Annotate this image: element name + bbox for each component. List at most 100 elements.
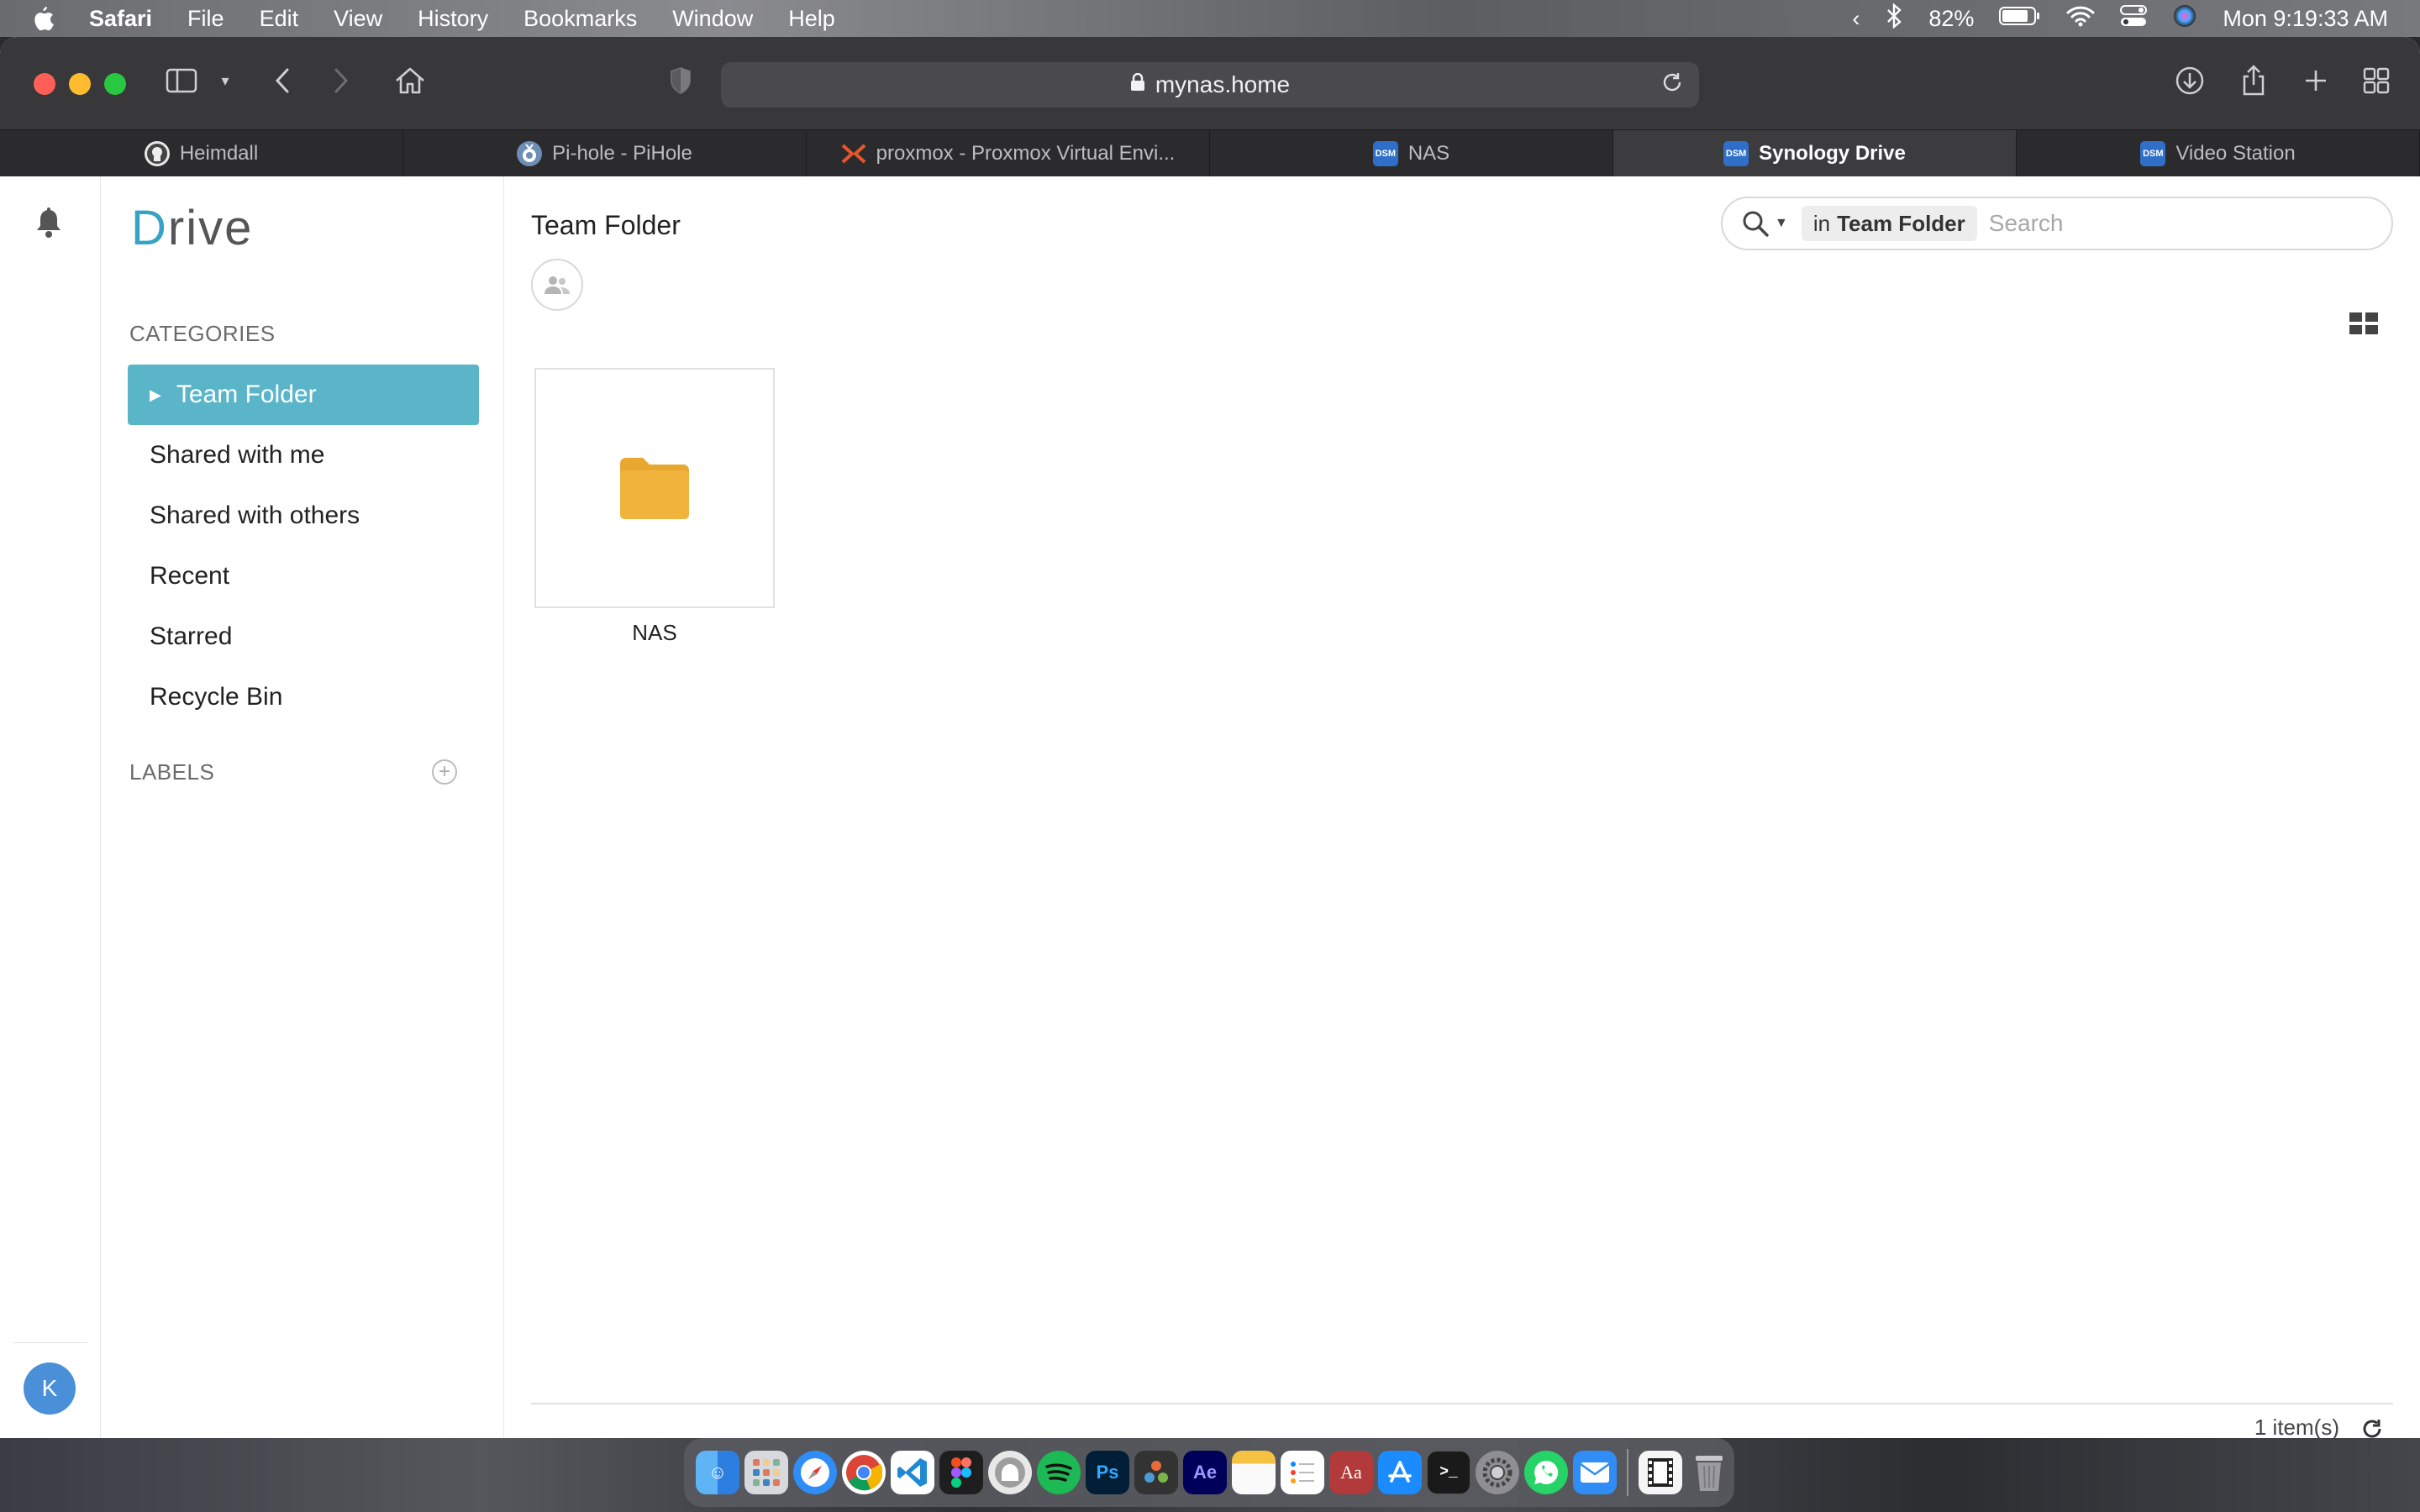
address-bar[interactable]: mynas.home — [721, 62, 1699, 108]
sidebar-item-shared-with-others[interactable]: Shared with others — [128, 486, 479, 546]
tab-proxmox[interactable]: proxmox - Proxmox Virtual Envi... — [807, 130, 1210, 176]
search-box[interactable]: ▼ in Team Folder — [1721, 197, 2393, 250]
browser-toolbar: ▾ mynas.home — [0, 37, 2420, 129]
figma-icon[interactable] — [939, 1451, 983, 1494]
tab-pihole[interactable]: Pi-hole - PiHole — [403, 130, 807, 176]
control-center-icon[interactable] — [2120, 4, 2148, 33]
window-controls — [34, 73, 126, 95]
menu-history[interactable]: History — [418, 6, 488, 32]
menu-window[interactable]: Window — [672, 6, 753, 32]
tab-label: Pi-hole - PiHole — [552, 141, 692, 165]
sidebar-toggle-icon[interactable] — [163, 62, 200, 99]
mail-icon[interactable] — [1573, 1451, 1617, 1494]
tab-overview-icon[interactable] — [2358, 62, 2395, 99]
search-input[interactable] — [1988, 210, 2359, 237]
home-icon[interactable] — [392, 62, 429, 99]
tab-bar: Heimdall Pi-hole - PiHole proxmox - Prox… — [0, 129, 2420, 176]
add-label-icon[interactable]: + — [432, 759, 457, 785]
sidebar-item-label: Recycle Bin — [150, 683, 283, 711]
apple-icon[interactable] — [30, 4, 55, 33]
folder-tile[interactable] — [534, 368, 775, 608]
finder-icon[interactable]: ☺ — [696, 1451, 739, 1494]
chevron-left-icon[interactable]: ‹ — [1852, 6, 1860, 32]
avatar[interactable]: K — [24, 1362, 76, 1415]
app-store-icon[interactable] — [1378, 1451, 1422, 1494]
tab-heimdall[interactable]: Heimdall — [0, 130, 403, 176]
item-count: 1 item(s) — [2254, 1415, 2339, 1438]
chevron-down-icon[interactable]: ▾ — [215, 62, 235, 99]
sidebar-item-label: Starred — [150, 622, 233, 650]
whatsapp-icon[interactable] — [1524, 1451, 1568, 1494]
menu-bar: Safari File Edit View History Bookmarks … — [0, 0, 2420, 37]
tab-label: Synology Drive — [1759, 141, 1906, 165]
new-tab-icon[interactable] — [2297, 62, 2334, 99]
folder-name[interactable]: NAS — [534, 620, 775, 646]
sidebar-item-starred[interactable]: Starred — [128, 606, 479, 667]
menu-view[interactable]: View — [334, 6, 382, 32]
menu-file[interactable]: File — [187, 6, 224, 32]
menu-bookmarks[interactable]: Bookmarks — [523, 6, 637, 32]
siri-icon[interactable] — [2172, 3, 2197, 34]
davinci-resolve-icon[interactable] — [1134, 1451, 1178, 1494]
terminal-icon[interactable]: >_ — [1427, 1451, 1470, 1494]
dsm-icon: DSM — [1372, 140, 1398, 166]
notes-icon[interactable] — [1232, 1451, 1276, 1494]
system-preferences-icon[interactable] — [1476, 1451, 1519, 1494]
battery-percent[interactable]: 82% — [1928, 6, 1974, 32]
drive-logo: Drive — [131, 200, 253, 256]
wifi-icon[interactable] — [2066, 5, 2095, 33]
photoshop-icon[interactable]: Ps — [1086, 1451, 1129, 1494]
launchpad-icon[interactable] — [744, 1451, 788, 1494]
close-window-button[interactable] — [34, 73, 55, 95]
chrome-icon[interactable] — [842, 1451, 886, 1494]
grid-view-icon[interactable] — [2349, 312, 2378, 334]
search-icon[interactable] — [1741, 209, 1770, 238]
back-icon[interactable] — [267, 62, 297, 99]
notification-bell-icon[interactable] — [34, 207, 67, 244]
spotify-icon[interactable] — [1037, 1451, 1081, 1494]
after-effects-icon[interactable]: Ae — [1183, 1451, 1227, 1494]
zoom-window-button[interactable] — [104, 73, 126, 95]
bluetooth-icon[interactable] — [1885, 2, 1903, 34]
forward-icon[interactable] — [326, 62, 356, 99]
main-content: Team Folder ▼ inTeam Folder NAS — [504, 176, 2420, 1438]
sidebar-item-label: Shared with others — [150, 501, 360, 529]
sidebar-item-shared-with-me[interactable]: Shared with me — [128, 425, 479, 486]
tab-video-station[interactable]: DSM Video Station — [2017, 130, 2420, 176]
status-menus: ‹ 82% Mon 9:19:33 AM — [1852, 0, 2388, 37]
privacy-shield-icon[interactable] — [664, 62, 697, 99]
reload-icon[interactable] — [1660, 71, 1684, 100]
drive-sidebar: Drive CATEGORIES ▶ Team Folder Shared wi… — [101, 176, 504, 1438]
movie-icon[interactable] — [1639, 1451, 1682, 1494]
menu-help[interactable]: Help — [788, 6, 835, 32]
chevron-down-icon[interactable]: ▼ — [1775, 216, 1788, 231]
synology-drive-page: K Drive CATEGORIES ▶ Team Folder Shared … — [0, 176, 2420, 1438]
search-scope-chip[interactable]: in Team Folder — [1801, 206, 1977, 241]
labels-heading: LABELS — [129, 759, 215, 785]
app-menu-safari[interactable]: Safari — [89, 6, 152, 32]
minimize-window-button[interactable] — [69, 73, 91, 95]
share-icon[interactable] — [2235, 62, 2272, 99]
trash-icon[interactable] — [1687, 1451, 1731, 1494]
downloads-icon[interactable] — [2171, 62, 2208, 99]
refresh-icon[interactable] — [2360, 1416, 2385, 1438]
safari-icon[interactable] — [793, 1451, 837, 1494]
team-members-button[interactable] — [531, 259, 583, 311]
tableplus-icon[interactable] — [988, 1451, 1032, 1494]
folder-icon — [620, 458, 689, 519]
drive-logo-rest: rive — [167, 201, 254, 255]
caret-right-icon: ▶ — [150, 386, 161, 403]
menu-edit[interactable]: Edit — [260, 6, 299, 32]
sidebar-item-team-folder[interactable]: ▶ Team Folder — [128, 365, 479, 425]
sidebar-item-recent[interactable]: Recent — [128, 546, 479, 606]
pihole-icon — [517, 140, 543, 166]
dictionary-icon[interactable]: Aa — [1329, 1451, 1373, 1494]
reminders-icon[interactable] — [1281, 1451, 1324, 1494]
clock[interactable]: Mon 9:19:33 AM — [2223, 6, 2388, 32]
battery-icon[interactable] — [1999, 6, 2041, 32]
tab-nas[interactable]: DSM NAS — [1210, 130, 1613, 176]
vscode-icon[interactable] — [891, 1451, 934, 1494]
sidebar-item-recycle-bin[interactable]: Recycle Bin — [128, 667, 479, 727]
tab-synology-drive[interactable]: DSM Synology Drive — [1613, 130, 2017, 176]
tab-label: NAS — [1407, 141, 1450, 165]
